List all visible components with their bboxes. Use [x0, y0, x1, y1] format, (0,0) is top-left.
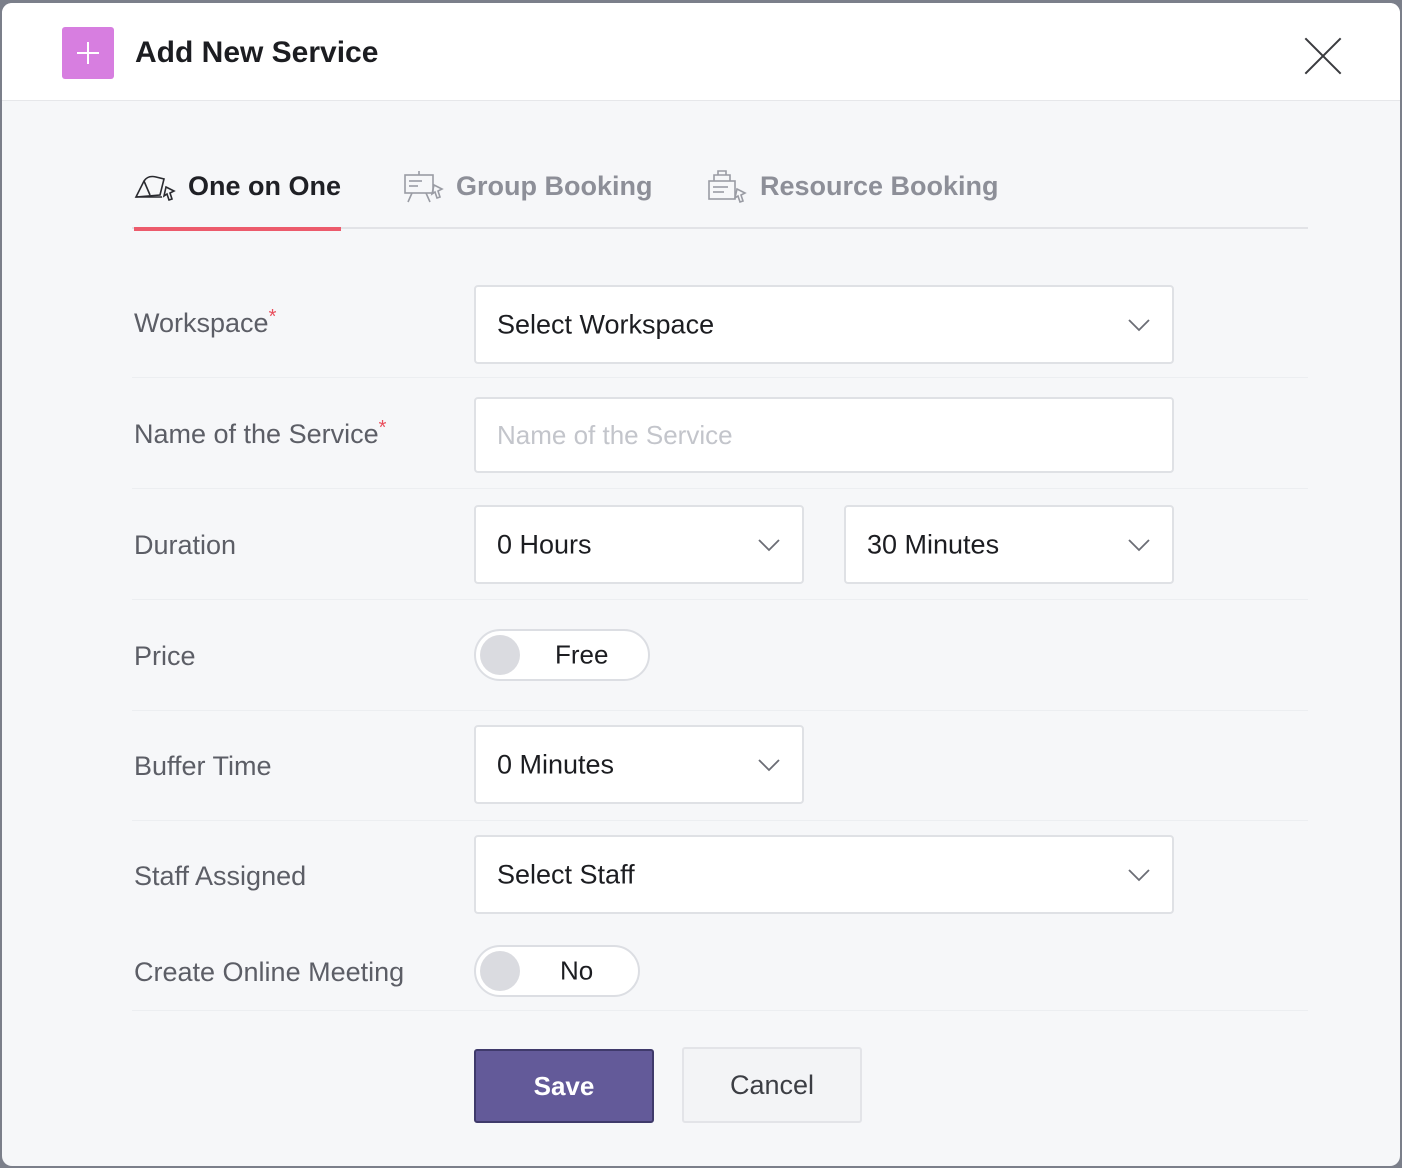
- duration-hours-value: 0 Hours: [497, 529, 592, 559]
- tab-resource-booking-label: Resource Booking: [760, 171, 999, 201]
- price-label: Price: [134, 641, 196, 671]
- add-service-modal: Add New Service One on One Group Booking…: [2, 3, 1400, 1166]
- price-toggle-text: Free: [555, 639, 609, 670]
- chevron-down-icon: [1128, 318, 1150, 331]
- required-mark: *: [268, 306, 277, 328]
- workspace-label: Workspace*: [134, 306, 277, 339]
- workspace-label-text: Workspace: [134, 308, 269, 338]
- workspace-select-value: Select Workspace: [497, 309, 715, 339]
- buffer-time-label: Buffer Time: [134, 751, 272, 781]
- price-toggle[interactable]: Free: [474, 629, 650, 681]
- service-type-tabs: One on One Group Booking Resource Bookin…: [132, 153, 1308, 231]
- tab-group-booking[interactable]: Group Booking: [402, 171, 652, 229]
- service-name-label-text: Name of the Service: [134, 419, 379, 449]
- tab-resource-booking[interactable]: Resource Booking: [706, 170, 999, 229]
- duration-hours-select[interactable]: 0 Hours: [474, 505, 804, 584]
- toggle-knob: [480, 951, 520, 991]
- tab-one-on-one[interactable]: One on One: [134, 171, 342, 231]
- staff-select-value: Select Staff: [497, 859, 635, 889]
- online-meeting-row: Create Online Meeting: [132, 931, 1308, 1011]
- modal-header: Add New Service: [2, 3, 1400, 101]
- save-button[interactable]: Save: [474, 1049, 654, 1123]
- plus-icon: [62, 27, 114, 79]
- tab-one-on-one-label: One on One: [188, 171, 342, 201]
- buffer-time-select[interactable]: 0 Minutes: [474, 725, 804, 804]
- staff-select[interactable]: Select Staff: [474, 835, 1174, 914]
- chevron-down-icon: [758, 538, 780, 551]
- chevron-down-icon: [1128, 868, 1150, 881]
- chevron-down-icon: [758, 758, 780, 771]
- cancel-button[interactable]: Cancel: [682, 1047, 862, 1123]
- service-name-input[interactable]: [474, 397, 1174, 473]
- toggle-knob: [480, 635, 520, 675]
- close-icon[interactable]: [1302, 35, 1344, 77]
- resource-booking-icon: [708, 170, 747, 203]
- online-meeting-toggle-text: No: [560, 955, 594, 986]
- chevron-down-icon: [1128, 538, 1150, 551]
- workspace-select[interactable]: Select Workspace: [474, 285, 1174, 364]
- modal-title: Add New Service: [135, 36, 379, 69]
- online-meeting-label: Create Online Meeting: [134, 957, 405, 987]
- buffer-time-value: 0 Minutes: [497, 749, 615, 779]
- group-booking-icon: [404, 171, 444, 203]
- one-on-one-icon: [134, 175, 176, 202]
- service-name-label: Name of the Service*: [134, 417, 387, 450]
- staff-label: Staff Assigned: [134, 861, 307, 891]
- required-mark: *: [378, 417, 387, 439]
- tab-group-booking-label: Group Booking: [456, 171, 653, 201]
- duration-label: Duration: [134, 530, 237, 560]
- duration-minutes-select[interactable]: 30 Minutes: [844, 505, 1174, 584]
- online-meeting-toggle[interactable]: No: [474, 945, 640, 997]
- price-row: Price: [132, 601, 1308, 711]
- duration-minutes-value: 30 Minutes: [867, 529, 1000, 559]
